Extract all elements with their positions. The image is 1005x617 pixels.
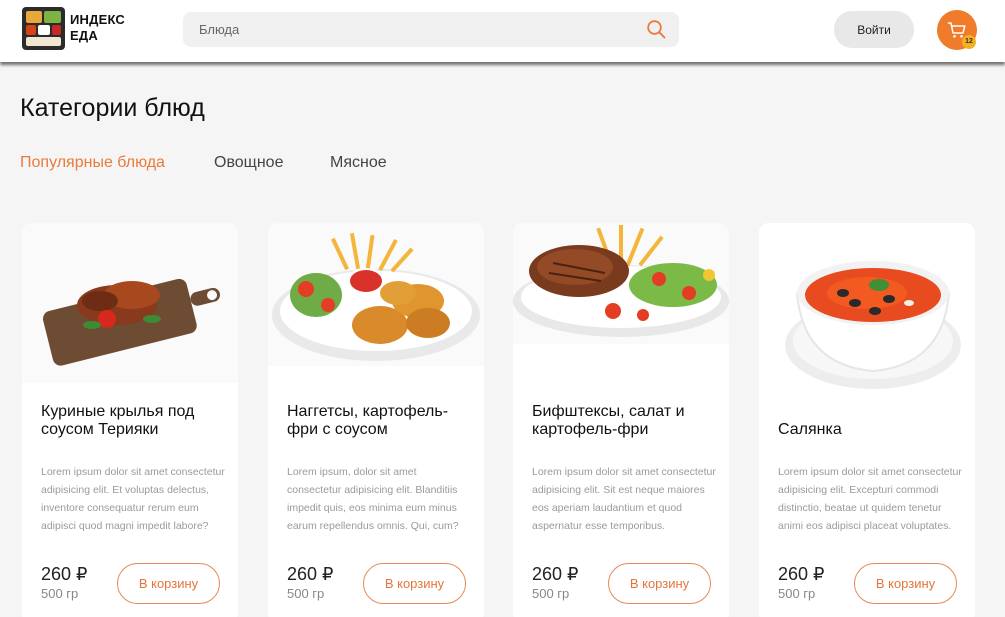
- add-to-cart-button[interactable]: В корзину: [117, 563, 220, 604]
- product-card: Бифштексы, салат и картофель-фри Lorem i…: [513, 223, 729, 617]
- card-price: 260 ₽: [41, 564, 88, 584]
- card-description: Lorem ipsum dolor sit amet consectetur a…: [778, 466, 962, 532]
- product-card: Салянка Lorem ipsum dolor sit amet conse…: [759, 223, 975, 617]
- card-weight: 500 гр: [532, 586, 570, 601]
- nuggets-image: [268, 223, 484, 366]
- product-card: Куриные крылья под соусом Терияки Lorem …: [22, 223, 238, 617]
- card-title: Куриные крылья под соусом Терияки: [41, 403, 195, 438]
- product-card: Наггетсы, картофель-фри с соусом Lorem i…: [268, 223, 484, 617]
- page-title: Категории блюд: [20, 94, 205, 122]
- logo-line1: ИНДЕКС: [70, 12, 126, 27]
- add-to-cart-button[interactable]: В корзину: [854, 563, 957, 604]
- search-icon[interactable]: [646, 19, 666, 39]
- chicken-wings-image: [22, 223, 238, 383]
- tab-vegetable[interactable]: Овощное: [214, 154, 283, 172]
- card-price: 260 ₽: [532, 564, 579, 584]
- card-description: Lorem ipsum dolor sit amet consectetur a…: [41, 466, 225, 532]
- add-to-cart-button[interactable]: В корзину: [363, 563, 466, 604]
- search-input[interactable]: [199, 22, 629, 37]
- card-weight: 500 гр: [778, 586, 816, 601]
- login-button[interactable]: Войти: [834, 11, 914, 48]
- cart-count-badge: 12: [962, 35, 976, 49]
- steak-image: [513, 223, 729, 344]
- search-bar: [183, 12, 679, 47]
- card-weight: 500 гр: [287, 586, 325, 601]
- logo-line2: ЕДА: [70, 28, 98, 43]
- header: ИНДЕКС ЕДА Войти 12: [0, 0, 1005, 62]
- soup-image: [759, 223, 975, 398]
- logo-icon[interactable]: [22, 7, 65, 50]
- card-weight: 500 гр: [41, 586, 79, 601]
- card-title: Салянка: [778, 421, 842, 438]
- logo-text[interactable]: ИНДЕКС ЕДА: [70, 12, 125, 44]
- card-price: 260 ₽: [778, 564, 825, 584]
- add-to-cart-button[interactable]: В корзину: [608, 563, 711, 604]
- tab-meat[interactable]: Мясное: [330, 154, 387, 172]
- card-title: Наггетсы, картофель-фри с соусом: [287, 403, 449, 438]
- card-title: Бифштексы, салат и картофель-фри: [532, 403, 685, 438]
- card-description: Lorem ipsum dolor sit amet consectetur a…: [532, 466, 716, 532]
- card-price: 260 ₽: [287, 564, 334, 584]
- card-description: Lorem ipsum, dolor sit amet consectetur …: [287, 466, 459, 532]
- tab-popular[interactable]: Популярные блюда: [20, 154, 165, 172]
